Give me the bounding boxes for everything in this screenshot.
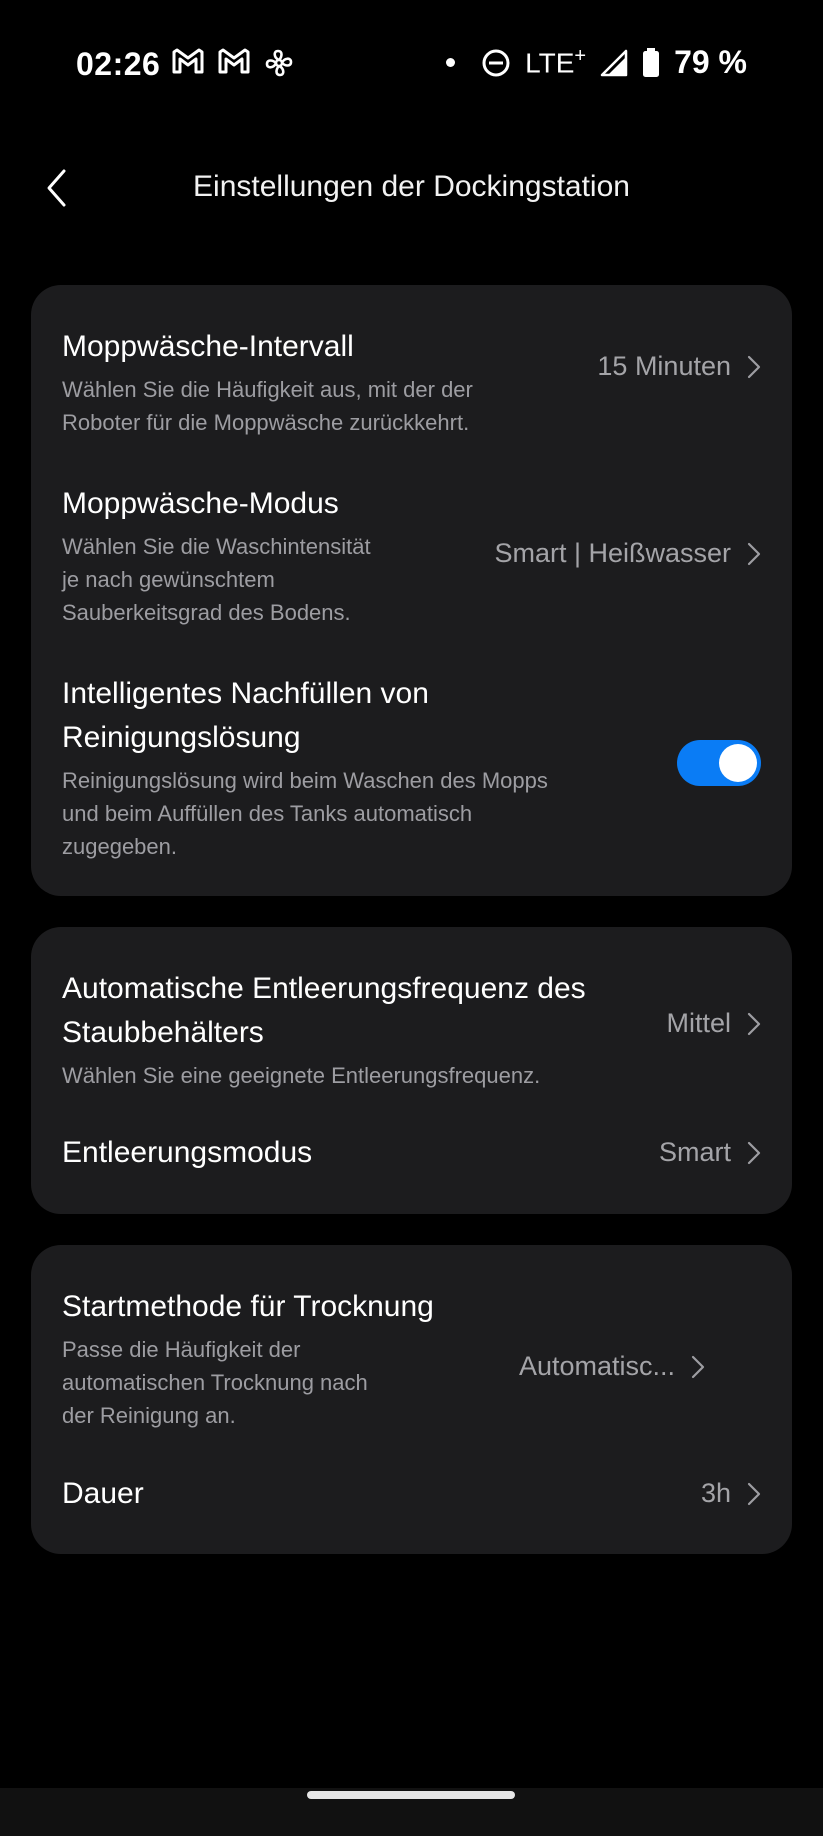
gmail-icon: [218, 48, 250, 74]
dry-duration-title: Dauer: [62, 1477, 144, 1510]
fan-icon: [265, 49, 293, 77]
empty-frequency-desc: Wählen Sie eine geeignete Entleerungsfre…: [62, 1063, 541, 1088]
mop-interval-desc: Wählen Sie die Häufigkeit aus, mit der d…: [62, 377, 473, 435]
page-title: Einstellungen der Dockingstation: [193, 170, 630, 203]
app-header: Einstellungen der Dockingstation: [0, 150, 823, 230]
chevron-right-icon: [747, 1141, 761, 1164]
toggle-knob: [719, 744, 757, 782]
battery-icon: [643, 47, 660, 77]
do-not-disturb-icon: [482, 49, 510, 76]
mop-interval-row[interactable]: Moppwäsche-Intervall Wählen Sie die Häuf…: [62, 325, 761, 445]
chevron-right-icon: [691, 1355, 705, 1378]
dry-start-row[interactable]: Startmethode für Trocknung Passe die Häu…: [62, 1285, 761, 1435]
dry-start-title: Startmethode für Trocknung: [62, 1290, 434, 1323]
smart-refill-desc: Reinigungslösung wird beim Waschen des M…: [62, 768, 548, 859]
gmail-icon: [172, 48, 204, 74]
empty-frequency-value[interactable]: Mittel: [666, 1008, 761, 1039]
mop-mode-title: Moppwäsche-Modus: [62, 487, 339, 520]
smart-refill-row: Intelligentes Nachfüllen von Reinigungsl…: [62, 672, 761, 872]
smart-refill-title: Intelligentes Nachfüllen von Reinigungsl…: [62, 677, 429, 754]
chevron-right-icon: [747, 355, 761, 378]
status-bar: 02:26 LTE+ 79 %: [0, 0, 823, 130]
notification-dot: [446, 58, 456, 67]
mop-settings-card: Moppwäsche-Intervall Wählen Sie die Häuf…: [31, 285, 792, 896]
network-type: LTE+: [525, 45, 587, 79]
mop-interval-value[interactable]: 15 Minuten: [597, 351, 761, 382]
dry-duration-value[interactable]: 3h: [701, 1478, 761, 1509]
emptying-settings-card: Automatische Entleerungsfrequenz des Sta…: [31, 927, 792, 1214]
chevron-right-icon: [747, 1482, 761, 1505]
notification-icons: [172, 48, 294, 78]
drying-settings-card: Startmethode für Trocknung Passe die Häu…: [31, 1245, 792, 1554]
status-right: LTE+ 79 %: [446, 44, 747, 81]
empty-mode-row[interactable]: Entleerungsmodus Smart: [62, 1131, 761, 1181]
chevron-right-icon: [747, 1012, 761, 1035]
empty-frequency-row[interactable]: Automatische Entleerungsfrequenz des Sta…: [62, 967, 761, 1088]
status-time: 02:26: [76, 46, 161, 82]
chevron-right-icon: [747, 542, 761, 565]
mop-mode-row[interactable]: Moppwäsche-Modus Wählen Sie die Waschint…: [62, 482, 761, 642]
dry-start-desc: Passe die Häufigkeit der automatischen T…: [62, 1337, 368, 1428]
home-indicator[interactable]: [307, 1791, 515, 1799]
dry-duration-row[interactable]: Dauer 3h: [62, 1472, 761, 1522]
mop-mode-value[interactable]: Smart | Heißwasser: [494, 538, 761, 569]
signal-icon: [600, 49, 628, 76]
empty-frequency-title: Automatische Entleerungsfrequenz des Sta…: [62, 972, 586, 1049]
dry-start-value[interactable]: Automatisc...: [519, 1351, 705, 1382]
mop-mode-desc: Wählen Sie die Waschintensität je nach g…: [62, 534, 371, 625]
smart-refill-toggle[interactable]: [677, 740, 761, 786]
empty-mode-value[interactable]: Smart: [659, 1137, 761, 1168]
battery-percent: 79 %: [674, 44, 747, 80]
mop-interval-title: Moppwäsche-Intervall: [62, 330, 354, 363]
empty-mode-title: Entleerungsmodus: [62, 1136, 313, 1169]
